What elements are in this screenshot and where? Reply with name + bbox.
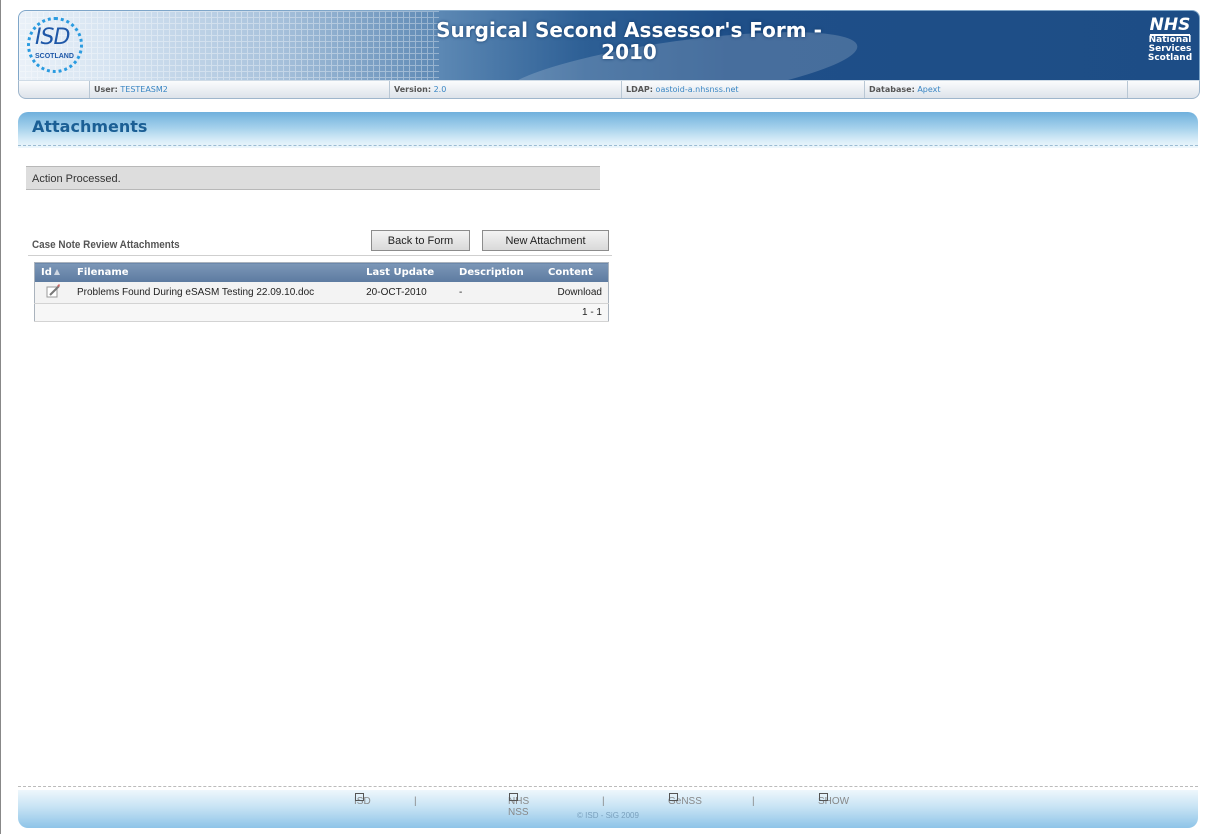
database-label: Database: (869, 85, 915, 94)
footer-separator: | (414, 796, 417, 807)
description-cell: - (453, 282, 542, 304)
column-header-content[interactable]: Content (542, 262, 609, 282)
footer-separator: | (602, 796, 605, 807)
external-link-icon (819, 793, 828, 801)
app-title-line2: 2010 (601, 40, 657, 64)
isd-scotland-logo: ISD SCOTLAND (25, 15, 87, 77)
footer-divider (18, 786, 1198, 787)
database-value: Apext (917, 85, 941, 94)
info-bar-end (1127, 81, 1192, 98)
column-header-id-label: Id (41, 267, 52, 278)
user-value: TESTEASM2 (120, 85, 168, 94)
database-info: Database: Apext (864, 81, 1129, 98)
column-header-id[interactable]: Id (34, 262, 71, 282)
filename-cell: Problems Found During eSASM Testing 22.0… (71, 282, 361, 304)
table-header-row: Id Filename Last Update Description Cont… (34, 262, 609, 282)
success-message: Action Processed. (26, 166, 600, 190)
isd-logo-sub: SCOTLAND (35, 53, 74, 60)
version-label: Version: (394, 85, 432, 94)
footer-separator: | (752, 796, 755, 807)
footer: ISD | NHS NSS | GeNSS | SHOW © ISD - SiG… (18, 790, 1198, 828)
pagination-text: 1 - 1 (34, 303, 609, 322)
new-attachment-button[interactable]: New Attachment (482, 230, 609, 251)
info-bar: User: TESTEASM2 Version: 2.0 LDAP: oasto… (18, 80, 1200, 99)
nhs-logo-text: NHS (1149, 15, 1191, 36)
subregion-divider (28, 255, 612, 256)
edit-pencil-icon[interactable] (45, 283, 61, 299)
ldap-info: LDAP: oastoid-a.nhsnss.net (621, 81, 861, 98)
window-edge (0, 0, 1, 834)
user-label: User: (94, 85, 118, 94)
nhs-logo: NHS National Services Scotland (1147, 15, 1193, 63)
nhs-logo-sub3: Scotland (1147, 53, 1193, 63)
sort-ascending-icon (53, 269, 60, 275)
edit-cell[interactable] (34, 282, 71, 304)
app-title-line1: Surgical Second Assessor's Form - (436, 18, 822, 42)
version-value: 2.0 (433, 85, 447, 94)
column-header-description[interactable]: Description (453, 262, 542, 282)
header-banner: ISD SCOTLAND Surgical Second Assessor's … (18, 10, 1200, 81)
attachments-region-header: Attachments (18, 112, 1198, 148)
last-update-cell: 20-OCT-2010 (360, 282, 454, 304)
external-link-icon (355, 793, 364, 801)
external-link-icon (509, 793, 518, 801)
column-header-last-update[interactable]: Last Update (360, 262, 454, 282)
external-link-icon (669, 793, 678, 801)
attachments-table: Id Filename Last Update Description Cont… (34, 262, 609, 322)
ldap-label: LDAP: (626, 85, 653, 94)
back-to-form-button[interactable]: Back to Form (371, 230, 470, 251)
pagination-row: 1 - 1 (34, 303, 609, 322)
copyright: © ISD - SiG 2009 (577, 811, 639, 820)
app-title: Surgical Second Assessor's Form - 2010 (379, 19, 879, 63)
column-header-filename[interactable]: Filename (71, 262, 361, 282)
isd-logo-text: ISD (35, 25, 70, 50)
subregion-title: Case Note Review Attachments (32, 239, 180, 251)
user-info: User: TESTEASM2 (89, 81, 384, 98)
ldap-value: oastoid-a.nhsnss.net (655, 85, 739, 94)
page-title: Attachments (32, 117, 148, 136)
version-info: Version: 2.0 (389, 81, 614, 98)
download-link[interactable]: Download (542, 282, 609, 304)
table-row: Problems Found During eSASM Testing 22.0… (34, 282, 609, 304)
region-divider (18, 145, 1198, 146)
